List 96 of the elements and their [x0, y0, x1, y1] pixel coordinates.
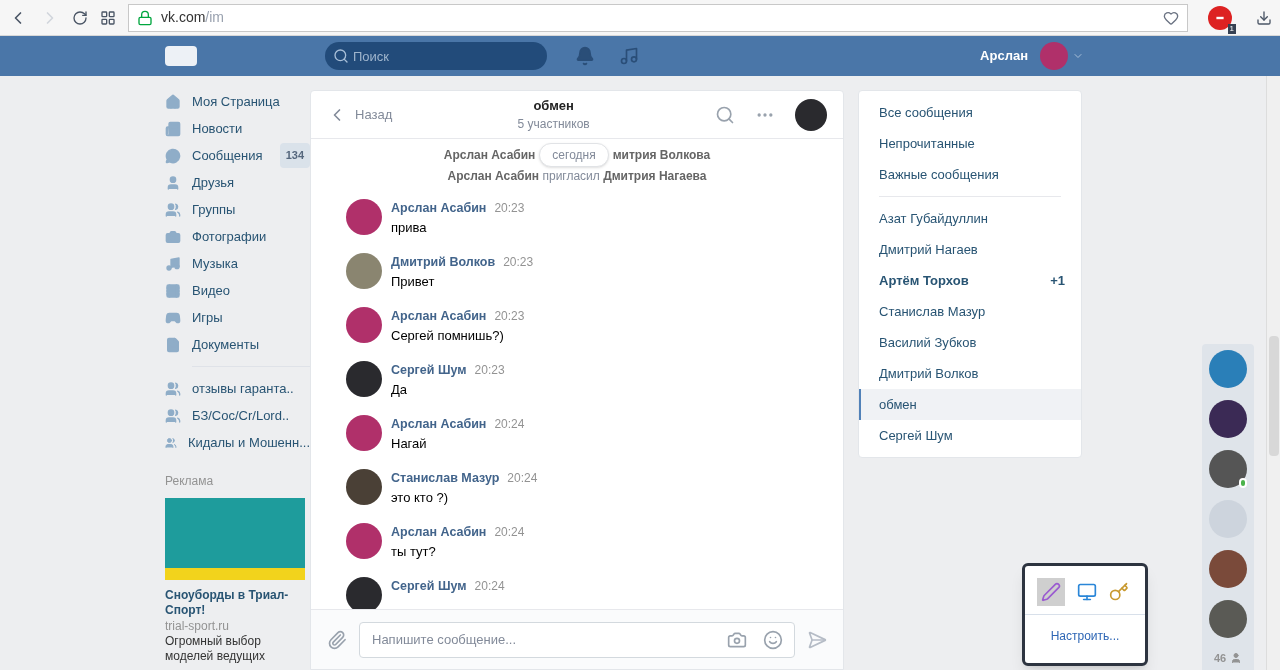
chat-avatar	[795, 98, 827, 131]
conversation-item[interactable]: Артём Торхов +1	[859, 265, 1081, 296]
message-time: 20:24	[507, 470, 538, 487]
nav-link[interactable]: Видео	[192, 280, 310, 301]
bell-icon[interactable]	[575, 46, 595, 66]
author-name[interactable]: Арслан Асабин	[391, 307, 487, 326]
adblock-count: 1	[1227, 23, 1236, 34]
message-time: 20:24	[474, 578, 505, 595]
paperclip-icon[interactable]	[327, 629, 347, 650]
ad-title[interactable]: Сноуборды в Триал-Спорт!	[165, 588, 305, 618]
nav-link[interactable]: Новости	[192, 118, 310, 139]
message-text: это кто ?)	[391, 488, 450, 507]
pen-icon[interactable]	[1037, 578, 1065, 606]
group-link[interactable]: БЗ/Coc/Cr/Lord..	[192, 405, 290, 426]
nav-link[interactable]: Музыка	[192, 253, 310, 274]
system-message-part: митрия Волкова	[612, 147, 711, 164]
grid-icon[interactable]	[100, 9, 116, 26]
customize-link[interactable]: Настроить...	[1025, 627, 1145, 645]
folder-link[interactable]: Важные сообщения	[859, 159, 1081, 190]
conversation-item[interactable]: Станислав Мазур	[859, 296, 1081, 327]
author-name[interactable]: Арслан Асабин	[391, 523, 487, 542]
folder-link[interactable]: Непрочитанные	[859, 128, 1081, 159]
heart-icon[interactable]	[1163, 9, 1179, 26]
user-avatar	[1040, 42, 1068, 70]
monitor-icon[interactable]	[1077, 582, 1097, 602]
conversation-item[interactable]: Азат Губайдуллин	[859, 203, 1081, 234]
document-icon	[165, 336, 181, 353]
folder-link[interactable]: Все сообщения	[859, 97, 1081, 128]
message-text: ты тут?	[391, 542, 437, 561]
message-time: 20:24	[494, 416, 525, 433]
author-name[interactable]: Арслан Асабин	[391, 415, 487, 434]
system-message-part: Арслан Асабин	[443, 147, 536, 164]
nav-link[interactable]: Друзья	[192, 172, 310, 193]
music-icon[interactable]	[619, 46, 639, 66]
ad-banner-image[interactable]	[165, 498, 305, 580]
conversation-item[interactable]: обмен	[859, 389, 1081, 420]
conversation-item[interactable]: Василий Зубков	[859, 327, 1081, 358]
people-icon	[165, 407, 181, 424]
message-time: 20:23	[503, 254, 534, 271]
nav-link[interactable]: Сообщения	[192, 145, 280, 166]
message-text: Да	[391, 380, 409, 399]
unread-count: 134	[279, 143, 310, 168]
chat-title: обмен	[533, 96, 574, 115]
key-icon[interactable]	[1109, 582, 1129, 602]
reload-icon[interactable]	[72, 9, 88, 26]
group-link[interactable]: Кидалы и Мошенн...	[187, 432, 310, 453]
message-time: 20:23	[494, 308, 525, 325]
nav-link[interactable]: Документы	[192, 334, 310, 355]
message-text: прива	[391, 218, 428, 237]
friends-count: 46	[1213, 650, 1227, 666]
ad-text: Огромный выбор моделей ведущих	[165, 634, 266, 664]
back-button[interactable]: Назад	[327, 104, 393, 125]
people-icon	[165, 201, 181, 218]
message-text: Нагай	[391, 434, 428, 453]
message-input[interactable]: Напишите сообщение...	[359, 621, 795, 658]
chat-bubble-icon	[165, 147, 181, 164]
nav-link[interactable]: Фотографии	[192, 226, 310, 247]
author-name[interactable]: Станислав Мазур	[391, 469, 500, 488]
conversation-item[interactable]: Дмитрий Нагаев	[859, 234, 1081, 265]
lock-icon	[137, 9, 153, 26]
nav-link[interactable]: Моя Страница	[192, 91, 310, 112]
message-text: Сергей помнишь?)	[391, 326, 505, 345]
smile-icon[interactable]	[763, 629, 783, 650]
user-name[interactable]: Арслан	[980, 46, 1028, 66]
newspaper-icon	[165, 120, 181, 137]
person-icon	[165, 174, 181, 191]
author-name[interactable]: Арслан Асабин	[391, 199, 487, 218]
music-note-icon	[165, 255, 181, 272]
send-icon[interactable]	[807, 629, 827, 650]
ad-heading: Реклама	[165, 473, 215, 490]
conversation-item[interactable]: Дмитрий Волков	[859, 358, 1081, 389]
author-name[interactable]: Дмитрий Волков	[391, 253, 496, 272]
date-badge: сегодня	[539, 143, 609, 167]
message-time: 20:24	[494, 524, 525, 541]
message-time: 20:23	[474, 362, 505, 379]
conversation-item[interactable]: Сергей Шум	[859, 420, 1081, 451]
search-field[interactable]: Поиск	[325, 42, 547, 70]
message-time: 20:23	[494, 200, 525, 217]
url-text: vk.com/im	[161, 8, 224, 27]
people-icon	[165, 380, 181, 397]
group-link[interactable]: отзывы гаранта..	[192, 378, 294, 399]
participants-count: 5 участников	[517, 116, 590, 134]
nav-link[interactable]: Игры	[192, 307, 310, 328]
author-name[interactable]: Сергей Шум	[391, 361, 467, 380]
search-icon[interactable]	[715, 104, 735, 125]
nav-link[interactable]: Группы	[192, 199, 310, 220]
address-bar[interactable]: vk.com/im	[128, 3, 1188, 32]
system-message: Арслан Асабин пригласил Дмитрия Нагаева	[447, 168, 707, 185]
home-icon	[165, 93, 181, 110]
camera-icon	[165, 228, 181, 245]
search-icon	[333, 48, 349, 64]
person-icon	[1230, 651, 1243, 664]
author-name[interactable]: Сергей Шум	[391, 577, 467, 596]
ad-domain: trial-sport.ru	[165, 618, 230, 634]
message-text: Привет	[391, 272, 436, 291]
download-icon[interactable]	[1256, 9, 1272, 26]
